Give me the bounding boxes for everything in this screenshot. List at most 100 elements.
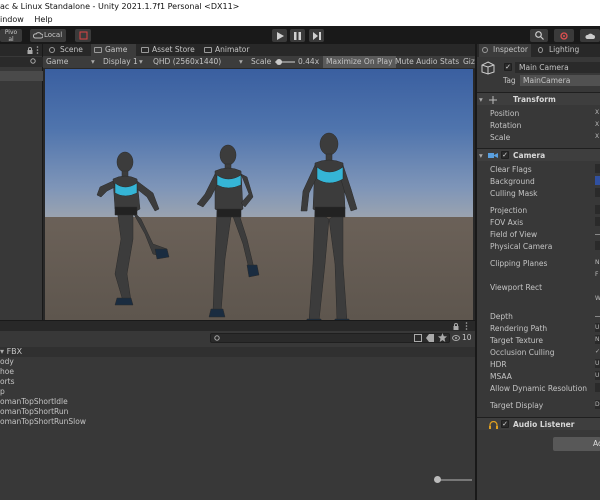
cloud-button[interactable] [580, 29, 600, 42]
window-title-bar: ac & Linux Standalone - Unity 2021.1.7f1… [0, 0, 600, 14]
allow-dynamic-resolution-row: Allow Dynamic Resolution [477, 383, 600, 395]
characters-render [96, 132, 358, 320]
transform-header[interactable]: ▾ Transform [477, 92, 600, 105]
field-of-view-slider[interactable] [595, 234, 600, 236]
services-button[interactable] [554, 29, 574, 42]
list-item[interactable]: hoe [0, 367, 475, 377]
game-mode-dropdown[interactable]: Game [46, 56, 68, 68]
play-button[interactable] [272, 29, 287, 42]
display-dropdown[interactable]: Display 1 [103, 56, 138, 68]
scale-label: Scale [251, 57, 272, 66]
tab-animator[interactable]: Animator [201, 44, 259, 56]
icon-size-slider[interactable] [434, 476, 472, 483]
project-tab-header [0, 321, 475, 331]
depth-row: Depth [477, 311, 600, 323]
active-checkbox[interactable]: ✓ [504, 63, 512, 71]
tab-inspector[interactable]: Inspector [479, 44, 531, 57]
tab-game[interactable]: Game [91, 44, 136, 56]
scale-x-field[interactable]: X [595, 132, 600, 141]
stats-toggle[interactable]: Stats [440, 56, 459, 68]
folder-name: FBX [6, 347, 23, 356]
position-x-field[interactable]: X [595, 108, 600, 117]
eye-icon[interactable] [452, 335, 460, 341]
scale-slider-knob[interactable] [276, 59, 282, 65]
pause-button[interactable] [290, 29, 305, 42]
background-row: Background [477, 176, 600, 188]
background-color-swatch[interactable] [595, 176, 600, 185]
chevron-down-icon: ▾ [479, 95, 483, 104]
audio-listener-header[interactable]: ✓ Audio Listener [477, 417, 600, 430]
chevron-down-icon: ▾ [91, 57, 95, 66]
hierarchy-selected-row[interactable] [0, 71, 43, 81]
list-item[interactable]: orts [0, 377, 475, 387]
tab-asset-store[interactable]: Asset Store [138, 44, 196, 56]
msaa-dropdown[interactable]: U [595, 371, 600, 380]
viewport-w-field[interactable]: W [595, 294, 600, 303]
step-icon [313, 32, 321, 40]
physical-camera-checkbox[interactable] [595, 241, 600, 250]
gizmos-toggle[interactable]: Giz [463, 56, 475, 68]
camera-enabled-checkbox[interactable]: ✓ [501, 151, 509, 159]
game-viewport[interactable] [45, 69, 473, 320]
tab-lighting[interactable]: Lighting [535, 44, 585, 57]
target-display-dropdown[interactable]: D [595, 400, 600, 409]
slider-knob[interactable] [434, 476, 441, 483]
list-item[interactable]: omanTopShortRunSlow [0, 417, 475, 427]
hierarchy-search-input[interactable] [0, 57, 43, 67]
step-button[interactable] [309, 29, 324, 42]
tab-scene[interactable]: Scene [46, 44, 90, 56]
filter-type-icon[interactable] [414, 334, 422, 342]
history-button[interactable] [75, 29, 91, 42]
add-component-button[interactable]: Ad [553, 437, 600, 451]
culling-mask-dropdown[interactable] [595, 188, 600, 197]
occlusion-culling-checkbox[interactable]: ✓ [595, 347, 600, 356]
clear-flags-dropdown[interactable] [595, 164, 600, 173]
msaa-row: MSAA U [477, 371, 600, 383]
tag-dropdown[interactable]: MainCamera [520, 75, 600, 86]
transform-title: Transform [513, 95, 556, 104]
audio-listener-title: Audio Listener [513, 420, 575, 429]
far-field[interactable]: F [595, 270, 600, 279]
filter-label-icon[interactable] [426, 334, 434, 342]
menu-item-help[interactable]: Help [34, 14, 52, 26]
clear-flags-label: Clear Flags [490, 165, 532, 174]
hierarchy-panel [0, 44, 43, 320]
resolution-dropdown[interactable]: QHD (2560x1440) [153, 56, 221, 68]
lock-icon[interactable] [453, 323, 459, 330]
folder-header[interactable]: ▾ FBX [0, 347, 475, 357]
lightbulb-icon [538, 47, 543, 53]
more-icon[interactable] [36, 46, 39, 54]
list-item[interactable]: omanTopShortRun [0, 407, 475, 417]
search-icon [535, 31, 544, 40]
cloud-icon [585, 33, 595, 39]
account-button[interactable]: Pivo al [0, 29, 22, 43]
lock-icon[interactable] [27, 47, 33, 54]
camera-header[interactable]: ▾ ✓ Camera [477, 148, 600, 161]
culling-mask-row: Culling Mask [477, 188, 600, 200]
character-runner-left [96, 151, 170, 306]
rotation-label: Rotation [490, 121, 522, 130]
target-texture-field[interactable]: N [595, 335, 600, 344]
list-item[interactable]: ody [0, 357, 475, 367]
audio-listener-enabled-checkbox[interactable]: ✓ [501, 420, 509, 428]
rotation-x-field[interactable]: X [595, 120, 600, 129]
rendering-path-dropdown[interactable]: U [595, 323, 600, 332]
depth-field[interactable] [595, 316, 600, 318]
allow-dynamic-resolution-checkbox[interactable] [595, 383, 600, 392]
game-panel: Scene Game Asset Store Animator Game ▾ D… [43, 44, 475, 320]
star-icon[interactable] [438, 333, 447, 342]
list-item[interactable]: omanTopShortIdle [0, 397, 475, 407]
fov-axis-dropdown[interactable] [595, 217, 600, 226]
list-item[interactable]: p [0, 387, 475, 397]
maximize-on-play-toggle[interactable]: Maximize On Play [323, 56, 396, 68]
menu-item-window[interactable]: indow [0, 14, 24, 26]
search-button[interactable] [530, 29, 548, 42]
occlusion-culling-label: Occlusion Culling [490, 348, 555, 357]
mute-audio-toggle[interactable]: Mute Audio [395, 56, 437, 68]
near-field[interactable]: N [595, 258, 600, 267]
projection-dropdown[interactable] [595, 205, 600, 214]
hdr-dropdown[interactable]: U [595, 359, 600, 368]
more-icon[interactable] [465, 322, 468, 330]
object-name-field[interactable]: Main Camera [515, 62, 600, 73]
collab-local-button[interactable]: Local [30, 29, 66, 42]
